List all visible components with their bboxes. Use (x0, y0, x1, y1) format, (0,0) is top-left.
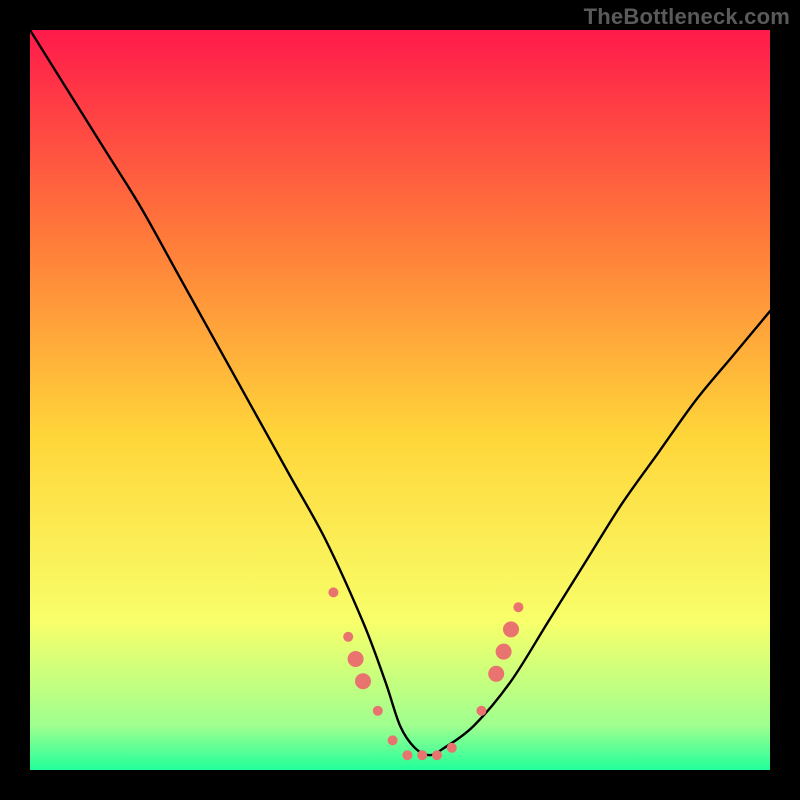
curve-marker (355, 673, 371, 689)
curve-marker (476, 706, 486, 716)
curve-marker (488, 666, 504, 682)
curve-marker (328, 587, 338, 597)
curve-marker (402, 750, 412, 760)
plot-area (30, 30, 770, 770)
curve-marker (348, 651, 364, 667)
curve-marker (417, 750, 427, 760)
curve-marker (447, 743, 457, 753)
curve-marker (496, 644, 512, 660)
curve-marker (432, 750, 442, 760)
curve-marker (503, 621, 519, 637)
curve-marker (373, 706, 383, 716)
watermark-text: TheBottleneck.com (584, 4, 790, 30)
chart-frame: TheBottleneck.com (0, 0, 800, 800)
curve-marker (343, 632, 353, 642)
chart-svg (30, 30, 770, 770)
gradient-background (30, 30, 770, 770)
curve-marker (388, 735, 398, 745)
curve-marker (513, 602, 523, 612)
